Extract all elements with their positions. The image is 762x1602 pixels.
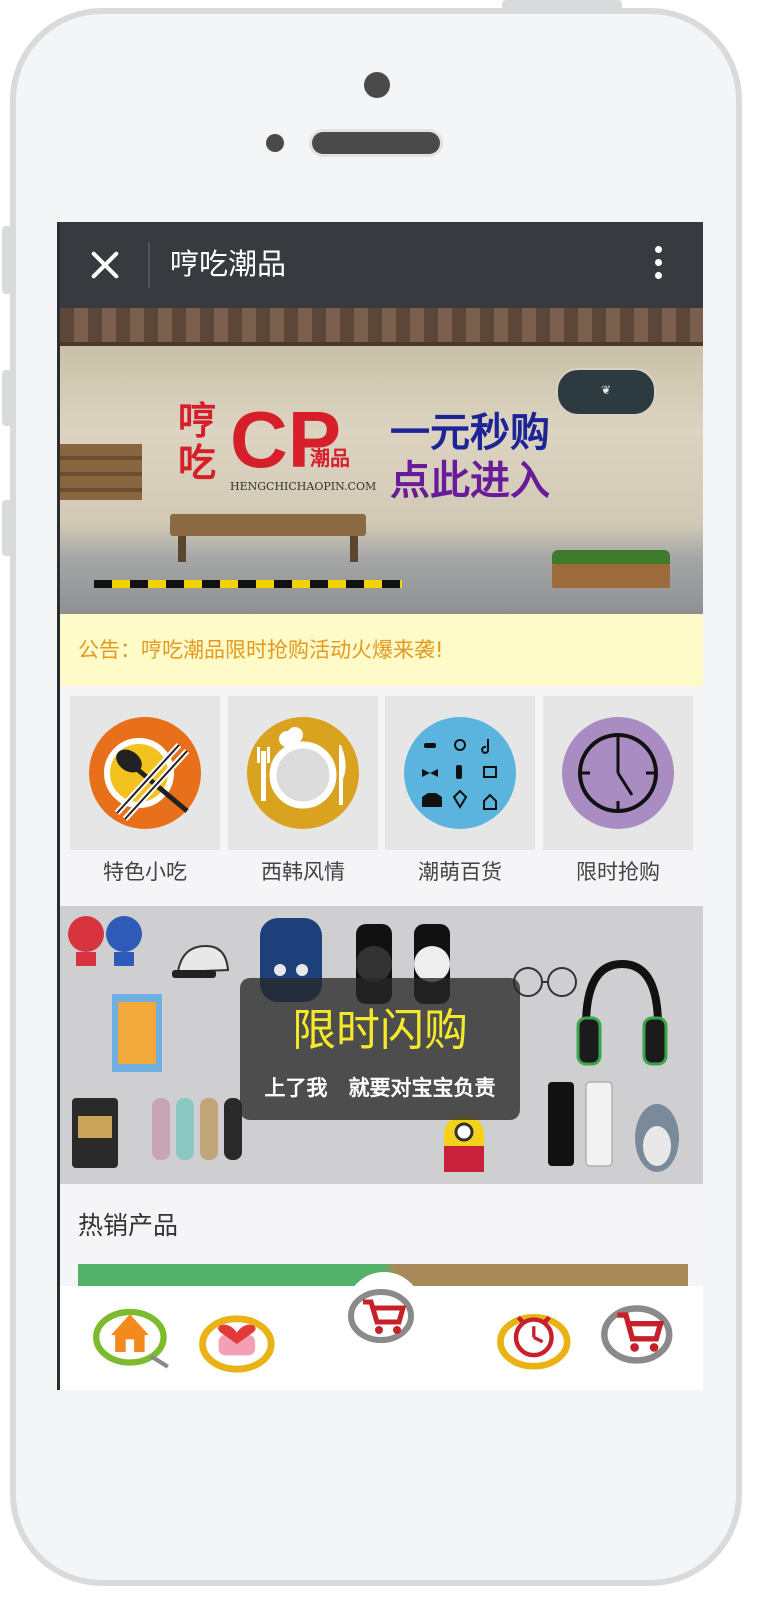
roof-tiles <box>60 308 703 346</box>
announcement-text: 公告：哼吃潮品限时抢购活动火爆来袭! <box>78 638 444 662</box>
plate-fork-knife-icon <box>247 717 359 829</box>
category-tile <box>228 696 378 850</box>
chopsticks-spoon-icon <box>89 717 201 829</box>
figure-toys <box>68 916 142 966</box>
flash-sale-panel: 限时闪购 上了我 就要对宝宝负责 <box>240 978 520 1120</box>
shop-sign: ❦ <box>556 368 656 416</box>
page-title: 哼吃潮品 <box>170 247 287 281</box>
bench <box>170 514 366 536</box>
brand-url: HENGCHICHAOPIN.COM <box>230 480 377 493</box>
bench-legs <box>178 536 358 562</box>
headphones-icon <box>576 959 668 1066</box>
brand-logo-sub: 潮品 <box>310 446 350 470</box>
volume-down-button <box>2 500 12 556</box>
flash-sale-subtitle: 上了我 就要对宝宝负责 <box>264 1076 496 1100</box>
minion-toy <box>444 1116 484 1172</box>
category-tile <box>385 696 535 850</box>
heart-icon[interactable] <box>198 1296 278 1376</box>
shopping-cart-icon[interactable] <box>600 1288 680 1368</box>
wooden-sign <box>60 444 142 500</box>
category-flash-sale[interactable]: 限时抢购 <box>543 696 693 892</box>
hot-products-heading: 热销产品 <box>78 1211 179 1240</box>
brand-logo: 哼吃 CP 潮品 HENGCHICHAOPIN.COM <box>178 398 376 496</box>
barrier <box>94 580 402 588</box>
thermos-icon <box>548 1081 613 1167</box>
brand-logo-han: 哼吃 <box>178 399 217 485</box>
flash-sale-banner[interactable]: 限时闪购 上了我 就要对宝宝负责 <box>60 906 703 1184</box>
category-western-korean[interactable]: 西韩风情 <box>228 696 378 892</box>
category-tile <box>70 696 220 850</box>
promo-cta: 点此进入 <box>390 458 550 504</box>
front-camera <box>364 72 390 98</box>
more-menu-icon[interactable] <box>655 246 663 284</box>
proximity-sensor <box>266 134 284 152</box>
app-screen: 哼吃潮品 ❦ 哼吃 CP 潮品 HENGCHICHAOPIN.COM 一元秒购 … <box>57 222 703 1390</box>
clock-icon[interactable] <box>496 1294 576 1374</box>
category-label: 限时抢购 <box>576 860 660 884</box>
close-icon[interactable] <box>86 246 124 284</box>
announcement-bar[interactable]: 公告：哼吃潮品限时抢购活动火爆来袭! <box>60 614 703 686</box>
flash-sale-title: 限时闪购 <box>292 1005 468 1056</box>
bottles-icon <box>152 1098 242 1160</box>
home-icon[interactable] <box>92 1292 172 1372</box>
flower-cart <box>552 550 670 588</box>
goods-grid-icon <box>404 717 516 829</box>
power-button <box>502 0 622 10</box>
stationery-icon <box>112 994 162 1072</box>
divider <box>148 242 150 288</box>
totoro-toy <box>635 1104 679 1172</box>
cart-icon[interactable] <box>344 1272 424 1352</box>
bottom-nav <box>60 1272 703 1390</box>
cap-icon <box>172 944 230 978</box>
category-grid: 特色小吃 西韩风情 潮萌百货 限时抢购 <box>70 696 694 892</box>
earpiece-speaker <box>312 132 440 154</box>
snack-bag-icon <box>72 1098 118 1168</box>
category-label: 特色小吃 <box>103 860 187 884</box>
category-label: 西韩风情 <box>261 860 345 884</box>
clock-icon <box>562 717 674 829</box>
category-goods[interactable]: 潮萌百货 <box>385 696 535 892</box>
top-bar: 哼吃潮品 <box>60 222 703 308</box>
promo-banner[interactable]: ❦ 哼吃 CP 潮品 HENGCHICHAOPIN.COM 一元秒购 点此进入 <box>60 308 703 614</box>
category-tile <box>543 696 693 850</box>
volume-up-button <box>2 370 12 426</box>
category-label: 潮萌百货 <box>418 860 502 884</box>
mute-switch <box>2 226 12 294</box>
category-snacks[interactable]: 特色小吃 <box>70 696 220 892</box>
